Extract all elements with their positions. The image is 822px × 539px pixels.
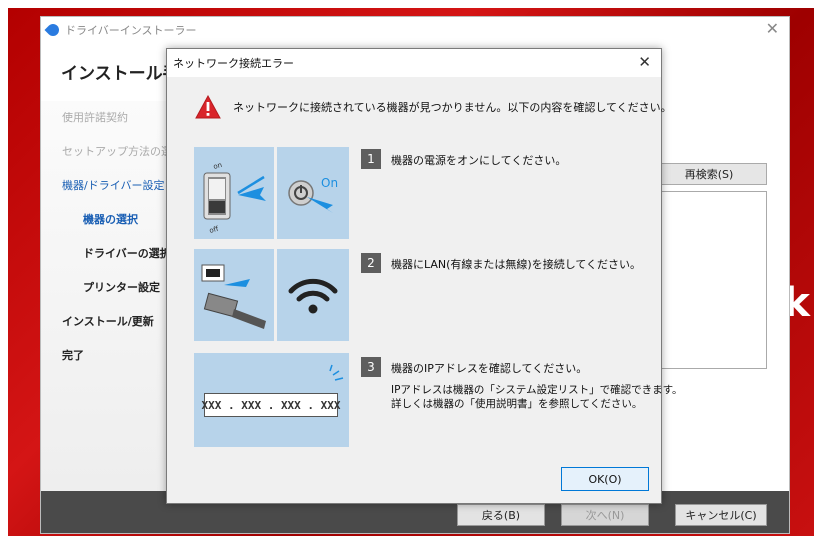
warning-row: ネットワークに接続されている機器が見つかりません。以下の内容を確認してください。 bbox=[195, 95, 672, 119]
power-button-icon: On bbox=[288, 176, 338, 213]
installer-title: ドライバーインストーラー bbox=[65, 24, 197, 37]
dialog-close-button[interactable]: ✕ bbox=[638, 53, 651, 71]
step2-text: 機器にLAN(有線または無線)を接続してください。 bbox=[391, 258, 642, 271]
dialog-title: ネットワーク接続エラー bbox=[173, 57, 294, 70]
step-device-driver: 機器/ドライバー設定 bbox=[62, 179, 165, 192]
switch-on-label: on bbox=[212, 161, 223, 171]
step-complete: 完了 bbox=[62, 349, 84, 362]
error-message: ネットワークに接続されている機器が見つかりません。以下の内容を確認してください。 bbox=[233, 101, 672, 114]
lan-cable-tile bbox=[194, 249, 274, 341]
installer-close-button[interactable]: ✕ bbox=[766, 19, 779, 38]
next-button[interactable]: 次へ(N) bbox=[561, 504, 649, 526]
lan-cable-icon bbox=[201, 264, 266, 329]
step-number-1: 1 bbox=[361, 149, 381, 169]
step-number-3: 3 bbox=[361, 357, 381, 377]
rescan-button[interactable]: 再検索(S) bbox=[651, 163, 767, 185]
step-setup-method: セットアップ方法の選択 bbox=[62, 145, 169, 158]
step-driver-select: ドライバーの選択 bbox=[83, 247, 169, 260]
step3-text: 機器のIPアドレスを確認してください。 bbox=[391, 362, 588, 375]
warning-icon bbox=[195, 95, 221, 119]
device-list[interactable] bbox=[657, 191, 767, 369]
on-label: On bbox=[321, 176, 338, 190]
step-number-2: 2 bbox=[361, 253, 381, 273]
step3-note-line1: IPアドレスは機器の「システム設定リスト」で確認できます。 bbox=[391, 384, 683, 396]
steps-sidebar: 使用許諾契約 セットアップ方法の選択 機器/ドライバー設定 機器の選択 ドライバ… bbox=[41, 101, 169, 491]
installer-titlebar: ドライバーインストーラー bbox=[41, 17, 789, 43]
step-install-update: インストール/更新 bbox=[62, 315, 154, 328]
step-printer-settings: プリンター設定 bbox=[83, 281, 160, 294]
cancel-button[interactable]: キャンセル(C) bbox=[675, 504, 767, 526]
ok-button[interactable]: OK(O) bbox=[561, 467, 649, 491]
step-license: 使用許諾契約 bbox=[62, 111, 128, 124]
dialog-titlebar: ネットワーク接続エラー bbox=[167, 49, 661, 77]
power-switch-tile: on off bbox=[194, 147, 274, 239]
ip-address-tile: XXX . XXX . XXX . XXX bbox=[194, 353, 349, 447]
power-switch-icon: on off bbox=[203, 161, 266, 235]
switch-off-label: off bbox=[208, 225, 219, 235]
back-button[interactable]: 戻る(B) bbox=[457, 504, 545, 526]
wifi-tile bbox=[277, 249, 349, 341]
network-error-dialog: ネットワーク接続エラー ✕ ネットワークに接続されている機器が見つかりません。以… bbox=[166, 48, 683, 504]
step3-note-line2: 詳しくは機器の「使用説明書」を参照してください。 bbox=[391, 398, 643, 410]
wifi-icon bbox=[288, 278, 338, 314]
power-button-tile: On bbox=[277, 147, 349, 239]
ip-address-display: XXX . XXX . XXX . XXX bbox=[201, 393, 341, 417]
step1-text: 機器の電源をオンにしてください。 bbox=[391, 154, 567, 167]
app-icon bbox=[44, 21, 62, 39]
step-device-select: 機器の選択 bbox=[83, 213, 138, 226]
